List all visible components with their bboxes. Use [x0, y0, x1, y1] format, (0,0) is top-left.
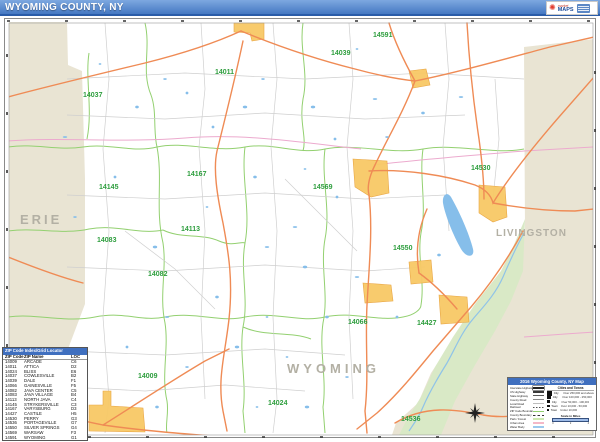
map-canvas — [5, 19, 597, 439]
map-frame — [4, 18, 596, 438]
legend-swatch-ushwy — [533, 391, 544, 393]
zip-table-title: ZIP Code Index/Grid Locator — [3, 348, 87, 355]
legend-city-tier: TownUnder 10,000 — [547, 408, 594, 412]
legend-title: 2016 Wyoming County, NY Map — [508, 378, 596, 385]
brand-word-main: MAPS — [558, 8, 574, 12]
legend-swatch-urban — [533, 422, 544, 425]
page: { "header": { "title": "WYOMING COUNTY, … — [0, 0, 600, 442]
legend-row-label: Water Body — [510, 425, 533, 429]
page-title: WYOMING COUNTY, NY — [5, 2, 124, 13]
scale-bar-block: Scale in Miles 024 — [547, 414, 594, 426]
zip-col-header: ZIP Code — [5, 355, 24, 360]
legend-swatch-water — [533, 426, 544, 429]
city-tier-range: Under 10,000 — [560, 408, 577, 412]
zip-table-cell: G1 — [71, 436, 84, 441]
zip-index-table: ZIP Code Index/Grid Locator ZIP CodeZIP … — [2, 347, 88, 441]
scale-ticks: 0 2 4 — [552, 422, 589, 425]
scale-tick: 4 — [588, 422, 589, 425]
legend-line-list: Interstate HighwayUS HighwayState Highwa… — [510, 386, 544, 429]
compass-burst-icon: ✺ — [549, 4, 556, 12]
legend-swatch-countyb — [533, 415, 544, 416]
legend-swatch-park — [533, 418, 544, 421]
city-dot-icon — [547, 400, 550, 403]
title-bar: WYOMING COUNTY, NY — [0, 0, 600, 16]
legend-swatch-zipb — [533, 411, 544, 412]
legend-row: Water Body — [510, 425, 544, 429]
map-legend: 2016 Wyoming County, NY Map Interstate H… — [507, 377, 597, 431]
zip-table-cell: WYOMING — [24, 436, 71, 441]
legend-swatch-interstate — [533, 386, 544, 390]
zip-table-cell: 14591 — [5, 436, 24, 441]
town-castile — [439, 295, 469, 324]
legend-swatch-local — [533, 403, 544, 404]
legend-swatch-rail — [533, 407, 544, 408]
scale-tick: 2 — [570, 422, 571, 425]
scale-tick: 0 — [552, 422, 553, 425]
zip-col-header: ZIP Name — [24, 355, 71, 360]
brand-logo: ✺ market MAPS — [546, 1, 598, 15]
legend-city-list: CityOver 250,000 and aboveCityOver 100,0… — [547, 391, 594, 412]
city-tier-name: Town — [551, 408, 559, 412]
zip-table-row: 14591WYOMINGG1 — [3, 436, 87, 441]
city-dot-icon — [547, 395, 551, 399]
legend-swatch-state — [533, 395, 544, 396]
legend-swatch-countyroad — [533, 399, 544, 400]
city-dot-icon — [547, 409, 549, 411]
zip-table-rows: 14009ARCADEC614011ATTICAD214024BLISSE614… — [3, 360, 87, 440]
compass-rose-icon — [464, 402, 486, 424]
zip-col-header: LOC — [71, 355, 84, 360]
brand-tag-icon — [577, 4, 590, 13]
city-dot-icon — [547, 405, 550, 408]
